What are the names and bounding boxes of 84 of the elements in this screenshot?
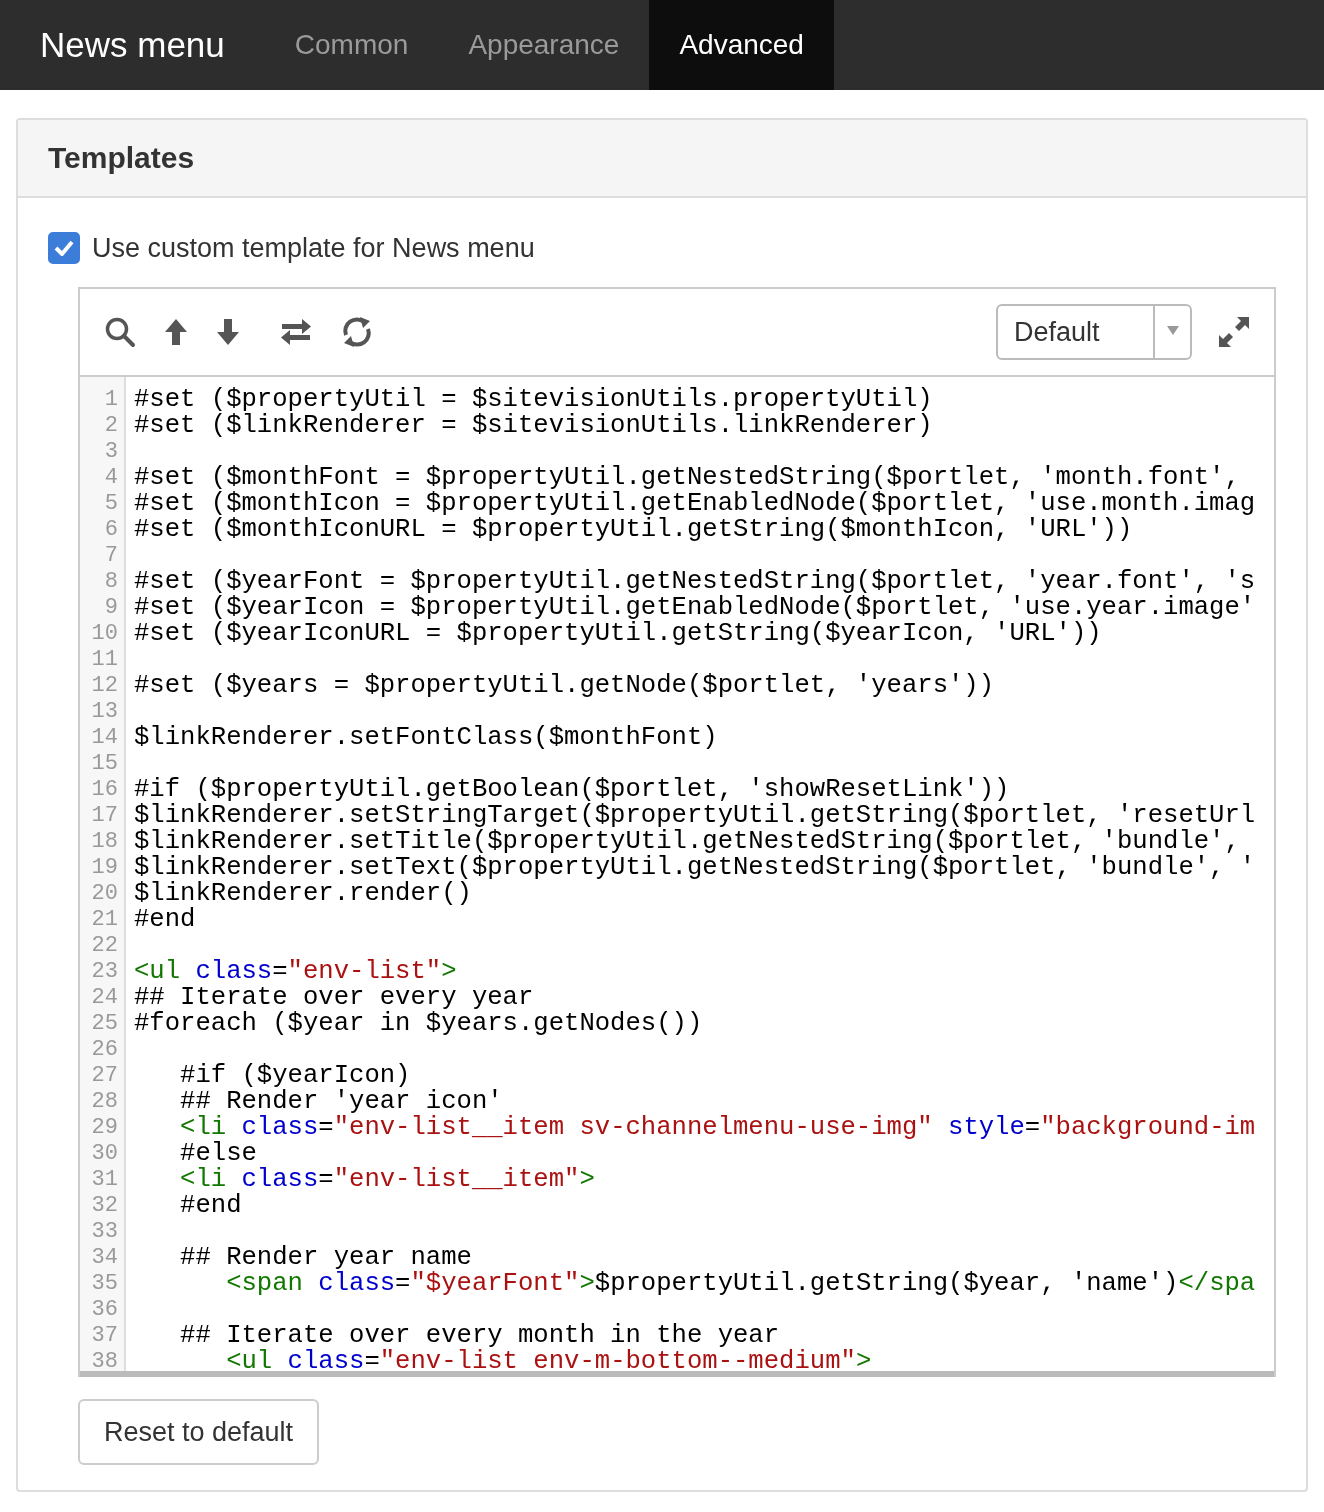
line-number: 29 bbox=[91, 1115, 119, 1141]
checkbox[interactable] bbox=[48, 232, 80, 264]
line-number: 25 bbox=[91, 1011, 119, 1037]
code-line: #end bbox=[179, 1193, 242, 1219]
line-number: 13 bbox=[91, 699, 119, 725]
checkbox-label: Use custom template for News menu bbox=[92, 232, 535, 264]
swap-arrows-icon[interactable] bbox=[280, 318, 312, 346]
code-line: #set ($yearFont = $propertyUtil.getNestedString($portlet, 'year.font', 's bbox=[134, 569, 1256, 595]
code-line: #foreach ($year in $years.getNodes()) bbox=[134, 1011, 703, 1037]
code-line: #set ($yearIcon = $propertyUtil.getEnabledNode($portlet, 'use.year.image' bbox=[134, 595, 1256, 621]
code-line: ## Iterate over every month in the year bbox=[179, 1323, 780, 1349]
code-line: #set ($monthFont = $propertyUtil.getNestedString($portlet, 'month.font', bbox=[134, 465, 1240, 491]
code-line: <ul class="env-list"> bbox=[134, 959, 457, 985]
app-title: News menu bbox=[39, 24, 226, 66]
code-line: #set ($yearIconURL = $propertyUtil.getString($yearIcon, 'URL')) bbox=[134, 621, 1102, 647]
code-line: <ul class="env-list env-m-bottom--medium"> bbox=[225, 1349, 872, 1371]
line-number: 37 bbox=[91, 1323, 119, 1349]
nav-tab[interactable]: Advanced bbox=[649, 0, 834, 90]
line-number: 10 bbox=[91, 621, 119, 647]
line-number: 19 bbox=[91, 855, 119, 881]
line-number: 16 bbox=[91, 777, 119, 803]
line-number: 14 bbox=[91, 725, 119, 751]
line-number: 21 bbox=[91, 907, 119, 933]
arrow-up-icon[interactable] bbox=[164, 318, 188, 346]
line-number: 20 bbox=[91, 881, 119, 907]
code-line: #if ($propertyUtil.getBoolean($portlet, 'showResetLink')) bbox=[134, 777, 1010, 803]
code-line: #set ($linkRenderer = $sitevisionUtils.linkRenderer) bbox=[134, 413, 933, 439]
line-number: 34 bbox=[91, 1245, 119, 1271]
line-number: 22 bbox=[91, 933, 119, 959]
line-number: 15 bbox=[91, 751, 119, 777]
caret-icon bbox=[1166, 326, 1179, 335]
code-line: ## Render 'year icon' bbox=[179, 1089, 503, 1115]
line-number: 11 bbox=[91, 647, 119, 673]
line-number: 5 bbox=[104, 491, 119, 517]
arrow-down-icon[interactable] bbox=[216, 318, 240, 346]
line-number: 6 bbox=[104, 517, 119, 543]
line-number: 28 bbox=[91, 1089, 119, 1115]
code-line: #set ($monthIconURL = $propertyUtil.getString($monthIcon, 'URL')) bbox=[134, 517, 1133, 543]
code-line: #else bbox=[179, 1141, 257, 1167]
checkmark-icon bbox=[54, 240, 74, 256]
code-line: $linkRenderer.setFontClass($monthFont) bbox=[134, 725, 718, 751]
line-number: 12 bbox=[91, 673, 119, 699]
mode-dropdown[interactable]: Default bbox=[996, 304, 1192, 360]
code-line: $linkRenderer.setText($propertyUtil.getNestedString($portlet, 'bundle', ' bbox=[134, 855, 1256, 881]
code-line: #if ($yearIcon) bbox=[179, 1063, 411, 1089]
line-number: 36 bbox=[91, 1297, 119, 1323]
nav-tab[interactable]: Appearance bbox=[438, 0, 650, 90]
code-line: $linkRenderer.render() bbox=[134, 881, 472, 907]
line-number: 3 bbox=[104, 439, 119, 465]
code-line: #set ($propertyUtil = $sitevisionUtils.propertyUtil) bbox=[134, 387, 933, 413]
line-number: 38 bbox=[91, 1349, 119, 1371]
code-line: $linkRenderer.setTitle($propertyUtil.getNestedString($portlet, 'bundle', bbox=[134, 829, 1240, 855]
code-line: <li class="env-list__item"> bbox=[179, 1167, 595, 1193]
line-number: 35 bbox=[91, 1271, 119, 1297]
code-line: $linkRenderer.setStringTarget($propertyUtil.getString($portlet, 'resetUrl bbox=[134, 803, 1256, 829]
line-number: 7 bbox=[104, 543, 119, 569]
line-number: 30 bbox=[91, 1141, 119, 1167]
nav-tab[interactable]: Common bbox=[264, 0, 439, 90]
line-number: 26 bbox=[91, 1037, 119, 1063]
expand-icon[interactable] bbox=[1218, 316, 1250, 348]
code-line: ## Render year name bbox=[179, 1245, 472, 1271]
line-number: 9 bbox=[104, 595, 119, 621]
line-number: 1 bbox=[104, 387, 119, 413]
refresh-icon[interactable] bbox=[340, 315, 374, 349]
line-number: 8 bbox=[104, 569, 119, 595]
line-number: 27 bbox=[91, 1063, 119, 1089]
line-number: 24 bbox=[91, 985, 119, 1011]
reset-button[interactable]: Reset to default bbox=[78, 1399, 320, 1465]
line-number: 18 bbox=[91, 829, 119, 855]
line-number: 17 bbox=[91, 803, 119, 829]
code-line: <li class="env-list__item sv-channelmenu-use-img" style="background-im bbox=[179, 1115, 1256, 1141]
line-number: 33 bbox=[91, 1219, 119, 1245]
code-line: #set ($monthIcon = $propertyUtil.getEnabledNode($portlet, 'use.month.imag bbox=[134, 491, 1256, 517]
line-number: 23 bbox=[91, 959, 119, 985]
code-line: ## Iterate over every year bbox=[134, 985, 534, 1011]
panel-title: Templates bbox=[48, 141, 195, 175]
line-number: 32 bbox=[91, 1193, 119, 1219]
search-icon[interactable] bbox=[104, 316, 136, 348]
code-line: #set ($years = $propertyUtil.getNode($portlet, 'years')) bbox=[134, 673, 995, 699]
line-number: 4 bbox=[104, 465, 119, 491]
code-line: <span class="$yearFont">$propertyUtil.getString($year, 'name')</spa bbox=[225, 1271, 1256, 1297]
code-line: #end bbox=[134, 907, 196, 933]
line-number: 2 bbox=[104, 413, 119, 439]
line-number: 31 bbox=[91, 1167, 119, 1193]
